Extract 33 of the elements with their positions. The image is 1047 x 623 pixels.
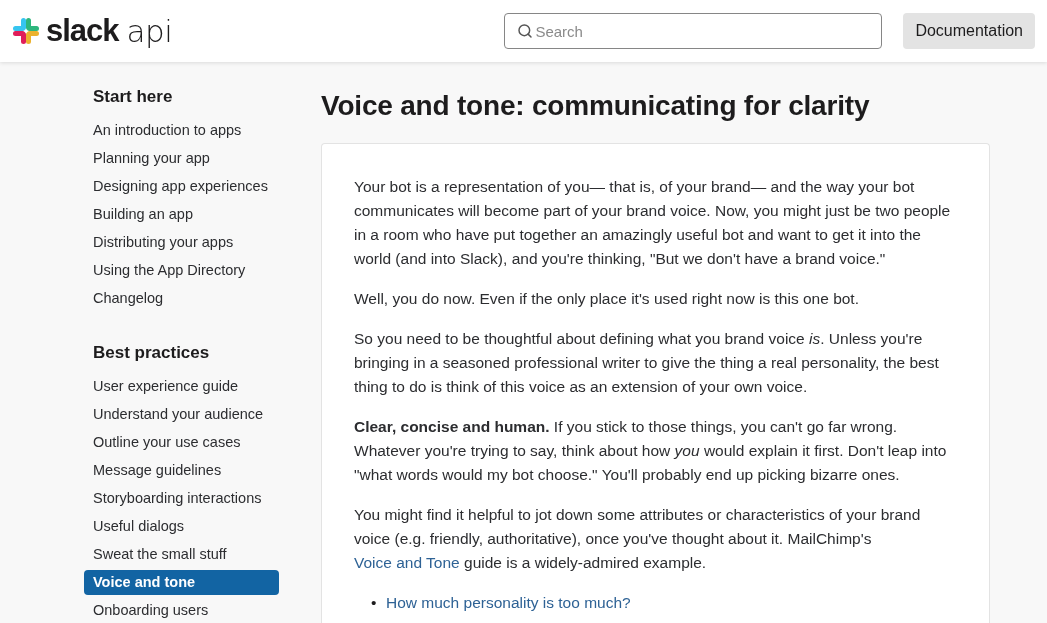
inline-link[interactable]: Voice and Tone — [354, 554, 460, 571]
paragraph: Your bot is a representation of you— that is, of your brand— and the way your bot communicates will become part of your brand voice. Now, you might just be two people in a room who have put together an amazingly useful bot and want to get it into the world (and into Slack), and you're thinking, "But we don't have a brand voice." — [354, 177, 952, 269]
page-title: Voice and tone: communicating for clarity — [321, 89, 871, 123]
paragraph: Clear, concise and human. If you stick to those things, you can't go far wrong. Whatever you're trying to say, think about how you would explain it first. Don't leap into "what words would my bot choose." You'll probably end up picking bizarre ones. — [354, 417, 948, 485]
sidebar-item[interactable]: Understand your audience — [84, 402, 279, 427]
documentation-button[interactable]: Documentation — [903, 13, 1035, 49]
sidebar-item[interactable]: User experience guide — [84, 374, 279, 399]
sidebar-item[interactable]: Designing app experiences — [84, 174, 279, 199]
sidebar-item[interactable]: Changelog — [84, 286, 279, 311]
sidebar-item[interactable]: Useful dialogs — [84, 514, 279, 539]
sidebar-heading: Best practices — [93, 342, 211, 364]
sidebar-item[interactable]: Planning your app — [84, 146, 279, 171]
sidebar-item[interactable]: Outline your use cases — [84, 430, 279, 455]
sidebar-item[interactable]: Sweat the small stuff — [84, 542, 279, 567]
sidebar-item[interactable]: An introduction to apps — [84, 118, 279, 143]
bullet: • — [371, 593, 378, 613]
sidebar-item[interactable]: Onboarding users — [84, 598, 279, 623]
search-icon — [517, 23, 534, 39]
sidebar-item[interactable]: Voice and tone — [84, 570, 279, 595]
logo-suffix: api — [126, 13, 173, 49]
paragraph: Well, you do now. Even if the only place it's used right now is this one bot. — [354, 289, 860, 309]
sidebar-item[interactable]: Distributing your apps — [84, 230, 279, 255]
search-field[interactable]: Search — [504, 13, 883, 49]
logo-word: slack — [46, 13, 119, 49]
list-link[interactable]: How much personality is too much? — [386, 591, 631, 615]
paragraph: So you need to be thoughtful about defining what you brand voice is. Unless you're bringing in a seasoned professional writer to give the thing a real personality, the best thing to do is think of this voice as an extension of your own voice. — [354, 329, 940, 397]
sidebar-item[interactable]: Message guidelines — [84, 458, 279, 483]
sidebar-item[interactable]: Using the App Directory — [84, 258, 279, 283]
sidebar-item[interactable]: Storyboarding interactions — [84, 486, 279, 511]
sidebar-item[interactable]: Building an app — [84, 202, 279, 227]
logo-mark-icon — [12, 17, 40, 45]
paragraph: You might find it helpful to jot down some attributes or characteristics of your brand voice (e.g. friendly, authoritative), once you've thought about it. MailChimp's Voice and Tone guide is a widely-admired example. — [354, 505, 922, 573]
sidebar-heading: Start here — [93, 86, 174, 108]
